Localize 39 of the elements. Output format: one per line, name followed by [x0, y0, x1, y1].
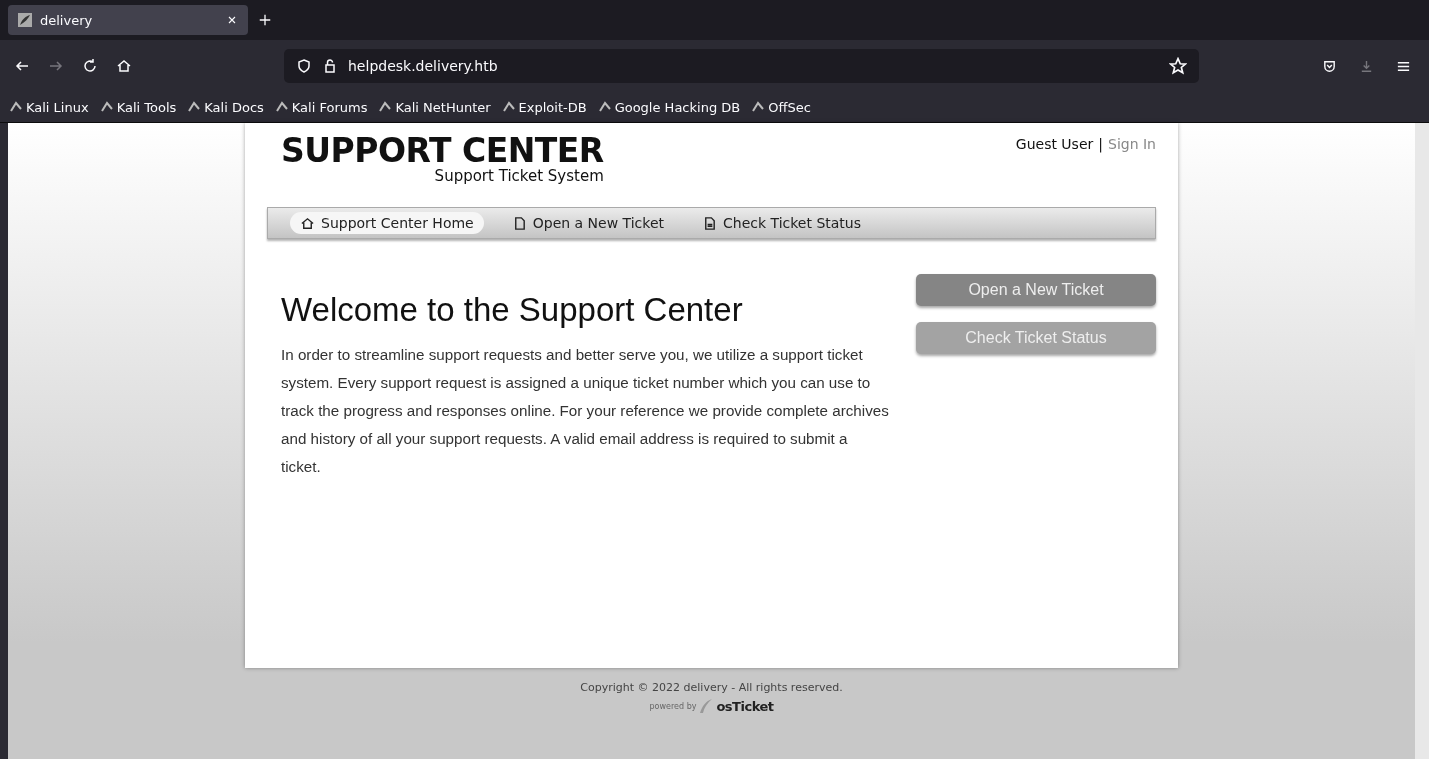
sign-in-link[interactable]: Sign In [1108, 136, 1156, 207]
bookmark-icon [598, 101, 611, 113]
favicon-icon [18, 13, 32, 27]
nav-link[interactable]: Support Center Home [290, 212, 484, 234]
shield-icon [296, 58, 312, 74]
nav-link[interactable]: Check Ticket Status [692, 212, 871, 234]
star-icon[interactable] [1169, 57, 1187, 75]
bookmark-icon [275, 101, 288, 113]
scrollbar[interactable] [1415, 123, 1429, 759]
lock-icon [322, 58, 338, 74]
bookmark-link[interactable]: Kali Forums [275, 99, 368, 115]
nav-link[interactable]: Open a New Ticket [501, 212, 674, 234]
copyright-text: Copyright © 2022 delivery - All rights reserved. [580, 681, 843, 694]
bookmark-icon [100, 101, 113, 113]
site-title: SUPPORT CENTER [281, 133, 604, 169]
bookmark-link[interactable]: Kali Tools [100, 99, 177, 115]
bookmark-icon [752, 101, 765, 113]
bookmark-link[interactable]: Exploit-DB [502, 99, 587, 115]
url-text: helpdesk.delivery.htb [348, 58, 499, 74]
address-bar[interactable]: helpdesk.delivery.htb [284, 49, 1199, 83]
powered-by-link[interactable]: powered by osTicket [649, 698, 774, 714]
bookmark-icon [10, 101, 22, 113]
house-icon [300, 215, 315, 231]
bookmark-link[interactable]: Google Hacking DB [598, 99, 741, 115]
welcome-text: In order to streamline support requests and better serve you, we utilize a support ticket system. Every support request is assigned a unique ticket number which you can use to track the progress and responses online. For your reference we provide complete archives and history of all your support requests. A valid email address is required to submit a ticket. [281, 345, 890, 477]
tab-title: delivery [40, 12, 94, 28]
bookmark-link[interactable]: OffSec [752, 99, 811, 115]
bookmark-link[interactable]: Kali NetHunter [379, 99, 491, 115]
bookmark-link[interactable]: Kali Docs [188, 99, 264, 115]
document-icon [702, 215, 717, 231]
site-subtitle: Support Ticket System [434, 167, 604, 185]
user-name: Guest User [1015, 136, 1094, 154]
bookmark-link[interactable]: Kali Linux [10, 99, 89, 115]
bookmark-icon [502, 101, 515, 113]
browser-tab[interactable]: delivery [8, 5, 248, 35]
welcome-heading: Welcome to the Support Center [281, 291, 744, 329]
bookmark-icon [379, 101, 392, 113]
bookmark-icon [188, 101, 201, 113]
separator: | [1098, 136, 1103, 155]
